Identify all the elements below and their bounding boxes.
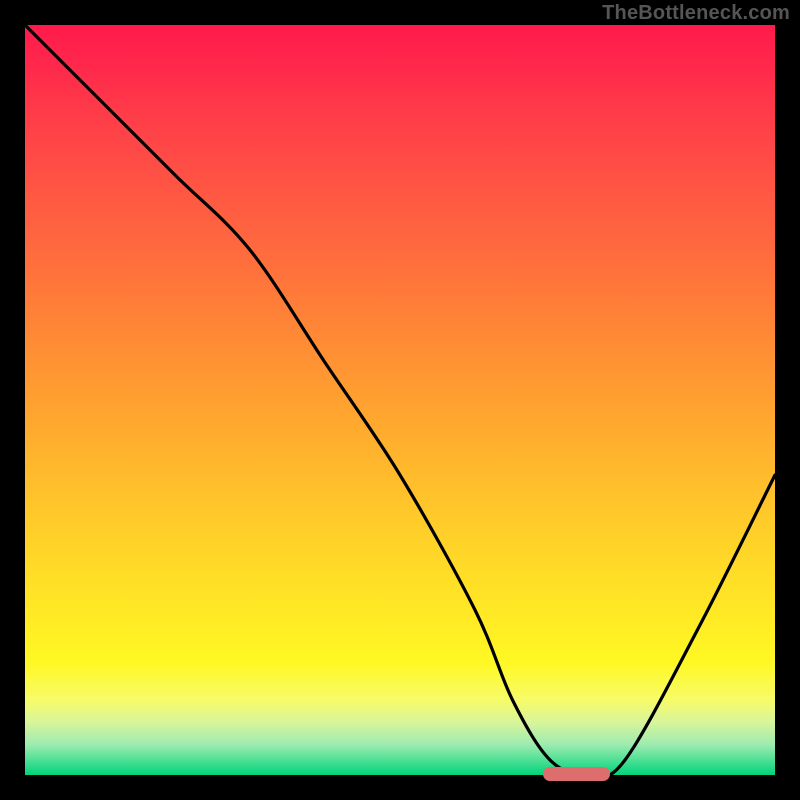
curve-layer: [25, 25, 775, 775]
plot-area: [25, 25, 775, 775]
watermark-text: TheBottleneck.com: [602, 2, 790, 25]
optimal-range-marker: [543, 767, 611, 781]
bottleneck-curve-path: [25, 25, 775, 777]
chart-stage: TheBottleneck.com: [0, 0, 800, 800]
